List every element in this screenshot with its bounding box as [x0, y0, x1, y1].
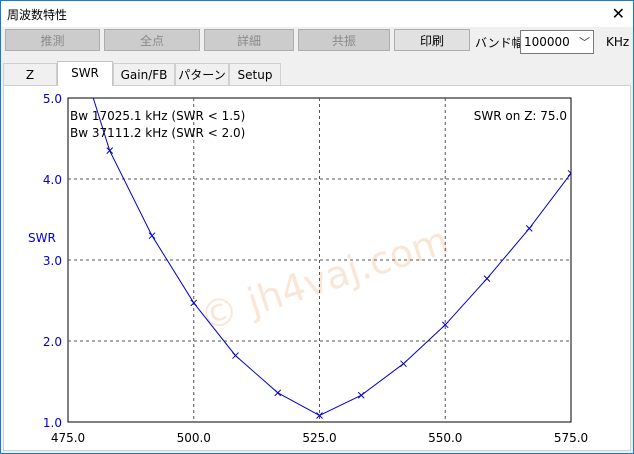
bandwidth-label: バンド幅	[475, 36, 524, 50]
resonance-button[interactable]: 共振	[298, 29, 390, 51]
grid-lines	[68, 98, 571, 422]
title-bar: 周波数特性 ✕	[1, 1, 633, 27]
watermark: © jh4vaj.com	[194, 218, 453, 340]
window: 周波数特性 ✕ 推測 全点 詳細 共振 印刷 バンド幅 100000 ﹀ KHz…	[0, 0, 634, 454]
tab-gain-fb[interactable]: Gain/FB	[113, 63, 175, 85]
swr-panel: © jh4vaj.com 475.0 500.0 525.0 550.0 575.0 1.…	[3, 85, 631, 451]
tab-setup[interactable]: Setup	[229, 63, 281, 85]
y-axis-label: SWR	[28, 231, 56, 245]
swr-chart: © jh4vaj.com 475.0 500.0 525.0 550.0 575.0 1.…	[28, 92, 588, 445]
data-point-marker	[400, 360, 407, 368]
bandwidth-1-5-annotation: Bw 17025.1 kHz (SWR < 1.5)	[70, 109, 245, 123]
print-button[interactable]: 印刷	[394, 29, 470, 51]
x-tick-label: 525.0	[302, 431, 336, 445]
toolbar: 推測 全点 詳細 共振 印刷 バンド幅 100000 ﹀ KHz	[1, 27, 633, 57]
data-point-marker	[274, 389, 282, 397]
bandwidth-value: 100000	[524, 35, 570, 49]
y-tick-label: 3.0	[43, 254, 62, 268]
tab-bar: Z SWR Gain/FB パターン Setup	[3, 61, 631, 86]
tab-z[interactable]: Z	[3, 63, 57, 85]
x-tick-label: 575.0	[554, 431, 588, 445]
bandwidth-2-0-annotation: Bw 37111.2 kHz (SWR < 2.0)	[70, 126, 245, 140]
details-button[interactable]: 詳細	[204, 29, 294, 51]
tab-swr[interactable]: SWR	[57, 61, 113, 86]
estimate-button[interactable]: 推測	[5, 29, 100, 51]
y-tick-label: 1.0	[43, 416, 62, 430]
close-icon[interactable]: ✕	[612, 4, 625, 23]
data-point-marker	[525, 225, 533, 232]
y-tick-label: 2.0	[43, 335, 62, 349]
x-tick-label: 500.0	[177, 431, 211, 445]
bandwidth-select[interactable]: 100000 ﹀	[520, 30, 594, 54]
window-title: 周波数特性	[7, 8, 68, 22]
data-point-marker	[357, 391, 365, 399]
data-point-marker	[148, 232, 156, 240]
data-point-marker	[106, 147, 114, 155]
tab-pattern[interactable]: パターン	[175, 63, 229, 85]
y-tick-label: 5.0	[43, 92, 62, 106]
data-point-marker	[483, 275, 491, 282]
x-tick-label: 550.0	[428, 431, 462, 445]
x-tick-label: 475.0	[51, 431, 85, 445]
chevron-down-icon: ﹀	[579, 36, 590, 49]
all-points-button[interactable]: 全点	[104, 29, 200, 51]
swr-on-z-annotation: SWR on Z: 75.0	[474, 109, 567, 123]
data-point-marker	[232, 352, 239, 359]
bandwidth-unit: KHz	[606, 35, 630, 49]
y-tick-label: 4.0	[43, 173, 62, 187]
